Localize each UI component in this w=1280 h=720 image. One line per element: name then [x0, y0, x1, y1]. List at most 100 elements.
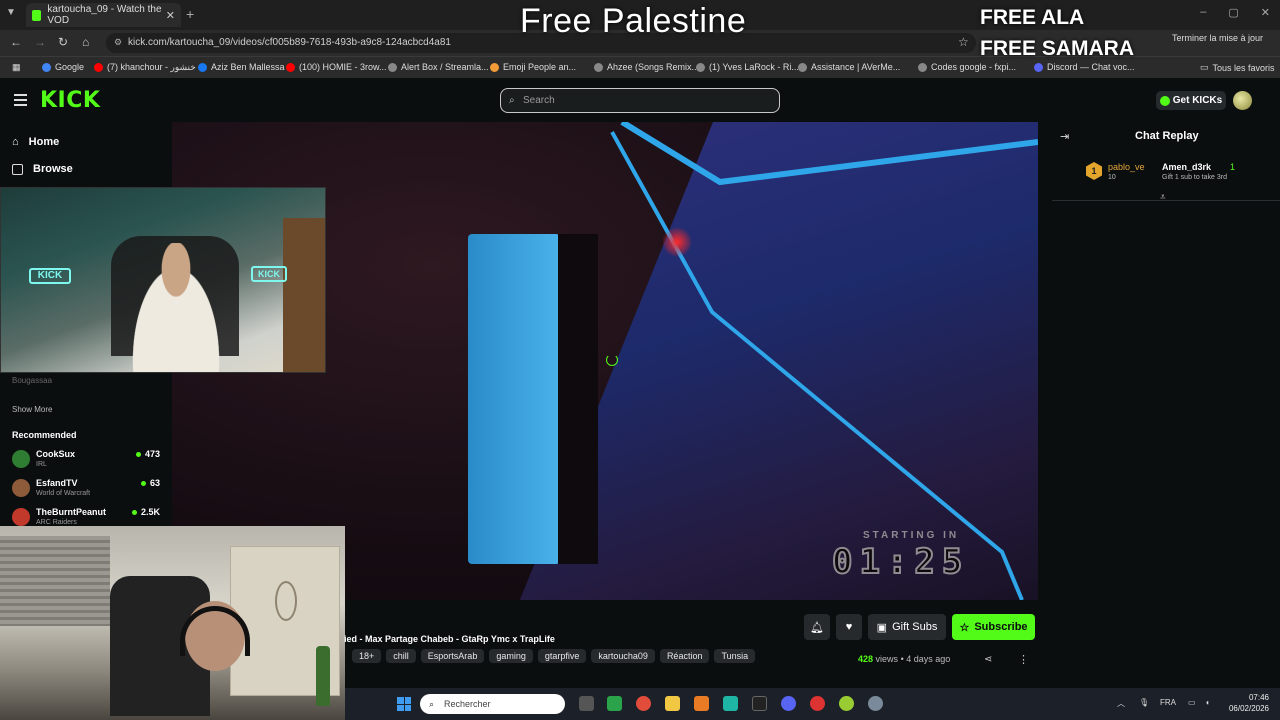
app-icon[interactable]	[810, 696, 825, 711]
tag[interactable]: kartoucha09	[591, 649, 655, 663]
app-icon[interactable]	[839, 696, 854, 711]
bookmark-item[interactable]: Codes google - fxpi...	[918, 62, 1016, 72]
kick-logo[interactable]: KICK	[40, 88, 100, 113]
tab-list-icon[interactable]: ▼	[6, 7, 16, 18]
discord-icon[interactable]	[781, 696, 796, 711]
recommended-heading: Recommended	[12, 430, 77, 440]
gifter-name[interactable]: pablo_ve	[1108, 162, 1145, 172]
channel-avatar	[12, 508, 30, 526]
share-icon[interactable]: ⋖	[984, 654, 992, 665]
bookmark-item[interactable]: (1) Yves LaRock - Ri...	[696, 62, 799, 72]
bookmark-item[interactable]: Emoji People an...	[490, 62, 576, 72]
show-hidden-icons-icon[interactable]: ︿	[1117, 698, 1125, 709]
app-icon[interactable]	[752, 696, 767, 711]
webcam-overlay-top: KICK KICK	[0, 187, 326, 373]
bookmark-item[interactable]: (7) khanchour - خنشور	[94, 62, 196, 73]
bookmark-item[interactable]: Alert Box / Streamla...	[388, 62, 489, 72]
all-favorites[interactable]: ▭ Tous les favoris	[1200, 62, 1275, 73]
viewer-count: 2.5K	[131, 507, 160, 517]
forward-icon[interactable]: →	[34, 35, 46, 49]
network-icon[interactable]: ▭	[1188, 698, 1196, 707]
home-icon[interactable]: ⌂	[82, 35, 89, 49]
bookmark-item[interactable]: Ahzee (Songs Remix...	[594, 62, 699, 72]
bookmark-star-icon[interactable]: ☆	[958, 35, 969, 49]
expand-icon[interactable]: ⩡	[1160, 192, 1166, 203]
tag[interactable]: Réaction	[659, 649, 710, 663]
close-tab-icon[interactable]: ✕	[166, 9, 175, 22]
show-more-link[interactable]: Show More	[12, 405, 52, 414]
more-options-icon[interactable]: ⋮	[1018, 653, 1029, 666]
collapse-chat-icon[interactable]: ⇥	[1060, 130, 1069, 143]
get-kicks-button[interactable]: Get KICKs	[1156, 91, 1226, 110]
bookmark-favicon-icon	[594, 62, 603, 72]
sidebar-item-home[interactable]: ⌂ Home	[12, 136, 59, 148]
folder-icon: ▭	[1200, 62, 1209, 72]
gift-badge: 1	[1086, 162, 1102, 180]
bookmark-item[interactable]: Assistance | AVerMe...	[798, 62, 900, 72]
new-tab-icon[interactable]: +	[186, 6, 194, 22]
chrome-icon[interactable]	[636, 696, 651, 711]
follow-button[interactable]: ♥	[836, 614, 862, 640]
bookmark-item[interactable]: Discord — Chat voc...	[1034, 62, 1135, 72]
browser-tab-active[interactable]: kartoucha_09 - Watch the VOD ✕	[26, 3, 181, 27]
site-info-icon[interactable]: ⚙	[114, 37, 122, 48]
tag[interactable]: EsportsArab	[420, 649, 485, 663]
tag[interactable]: gaming	[489, 649, 533, 663]
file-explorer-icon[interactable]	[665, 696, 680, 711]
bookmark-favicon-icon	[798, 62, 807, 72]
tag[interactable]: gtarpfive	[537, 649, 587, 663]
apps-icon[interactable]: ▦	[12, 62, 21, 73]
subscribe-button[interactable]: ☆ Subscribe	[952, 614, 1035, 640]
window-controls: – ▢ ✕	[1200, 6, 1270, 19]
microphone-icon[interactable]: 🎙︎	[1139, 698, 1149, 707]
tag[interactable]: chill	[386, 649, 416, 663]
live-dot-icon	[140, 480, 146, 486]
gift-subs-button[interactable]: ▣ Gift Subs	[868, 614, 946, 640]
app-icon[interactable]	[723, 696, 738, 711]
tag[interactable]: Tunsia	[714, 649, 756, 663]
windows-start-icon[interactable]	[397, 697, 411, 711]
bookmark-favicon-icon	[490, 62, 499, 72]
back-icon[interactable]: ←	[10, 35, 22, 49]
recommended-item[interactable]: EsfandTV World of Warcraft 63	[12, 477, 160, 503]
search-input[interactable]: Search	[500, 88, 780, 113]
sidebar-item-browse[interactable]: Browse	[12, 163, 73, 175]
bookmark-favicon-icon	[286, 62, 295, 72]
app-icon[interactable]	[694, 696, 709, 711]
gift-icon: ▣	[876, 621, 888, 634]
language-indicator[interactable]: FRA	[1160, 698, 1176, 707]
volume-icon[interactable]: ◖	[1205, 698, 1210, 707]
recommended-item[interactable]: CookSux IRL 473	[12, 448, 160, 474]
bookmark-item[interactable]: Aziz Ben Mallessa	[198, 62, 285, 72]
search-icon: ⌕	[429, 699, 435, 709]
overlay-free-samara: FREE SAMARA	[980, 37, 1135, 60]
recipient-name[interactable]: Amen_d3rk	[1162, 162, 1211, 172]
reload-icon[interactable]: ↻	[58, 35, 68, 49]
avatar[interactable]	[1233, 91, 1252, 110]
notification-bell-button[interactable]: 🔔︎	[804, 614, 830, 640]
bookmark-favicon-icon	[388, 62, 397, 72]
task-view-icon[interactable]	[579, 696, 594, 711]
maximize-icon[interactable]: ▢	[1228, 6, 1238, 19]
bookmark-favicon-icon	[198, 62, 207, 72]
system-clock[interactable]: 07:46 06/02/2026	[1225, 692, 1269, 714]
bookmark-item[interactable]: Google	[42, 62, 84, 72]
chat-panel: ⇥ Chat Replay 1 pablo_ve 10 Amen_d3rk 1 …	[1052, 122, 1280, 600]
taskbar-search-input[interactable]: Rechercher	[420, 694, 565, 714]
menu-icon[interactable]	[14, 94, 27, 109]
bookmark-favicon-icon	[42, 62, 51, 72]
kick-favicon-icon	[32, 9, 42, 21]
windows-taskbar: Rechercher ⌕ ︿ 🎙︎ FRA ▭ ◖ 07:46 06/02/20…	[345, 688, 1280, 720]
kick-header: KICK Search ⌕ Get KICKs	[0, 78, 1280, 122]
star-icon: ☆	[959, 621, 970, 634]
sidebar-channel-faded[interactable]: Bougassaa	[12, 376, 52, 385]
tag[interactable]: 18+	[352, 649, 382, 663]
kick-coin-icon	[1159, 95, 1170, 106]
minimize-icon[interactable]: –	[1200, 6, 1206, 19]
settings-icon[interactable]	[868, 696, 883, 711]
heart-icon: ♥	[845, 621, 853, 633]
update-button[interactable]: Terminer la mise à jour	[1172, 33, 1263, 43]
bookmark-item[interactable]: (100) HOMIE - 3row...	[286, 62, 387, 72]
close-window-icon[interactable]: ✕	[1261, 6, 1270, 19]
app-icon[interactable]	[607, 696, 622, 711]
